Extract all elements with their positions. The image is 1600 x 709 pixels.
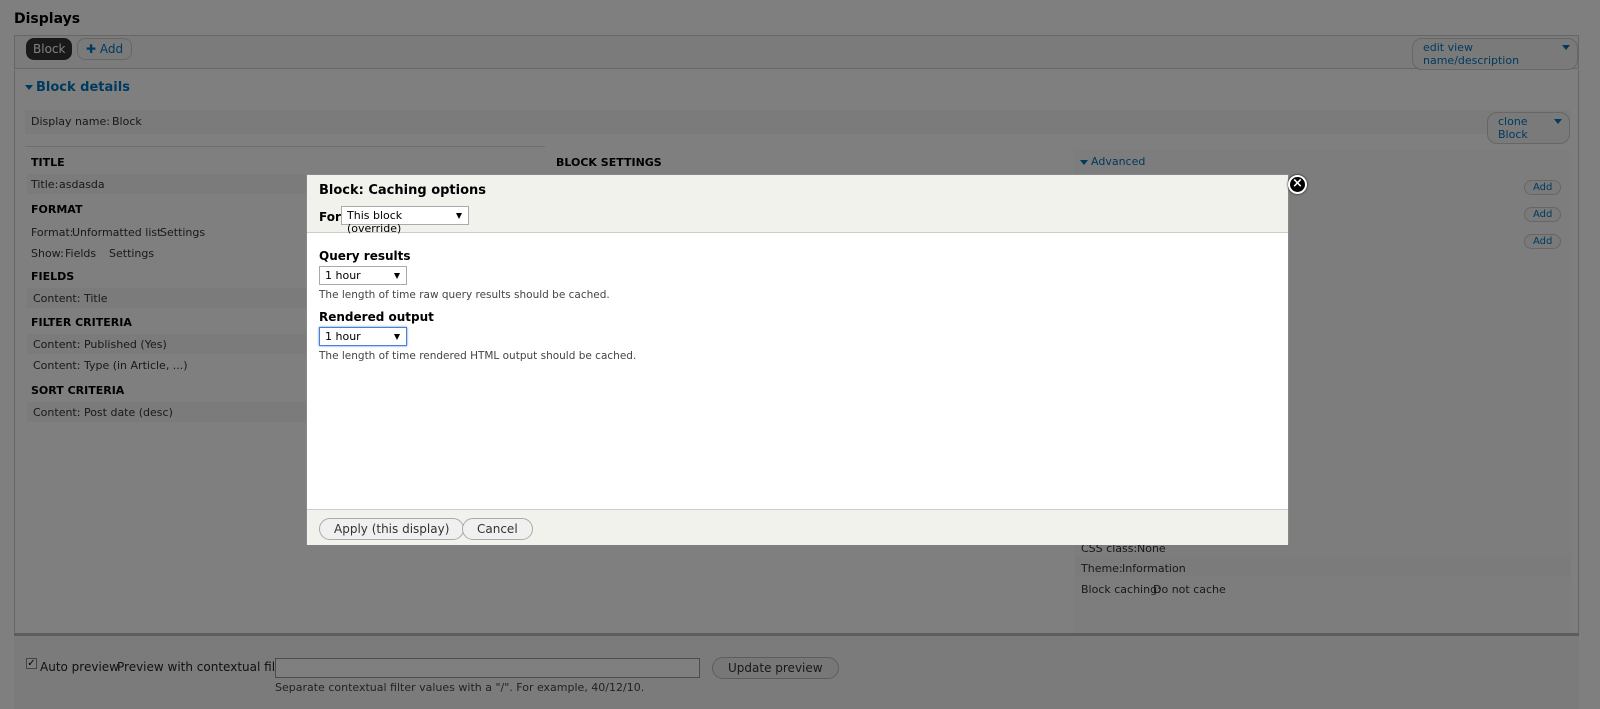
rendered-output-select[interactable]: 1 hour <box>319 327 407 346</box>
dialog-footer: Apply (this display) Cancel <box>307 509 1288 545</box>
for-select[interactable]: This block (override) <box>341 206 469 235</box>
query-results-value: 1 hour <box>325 269 361 282</box>
dialog-title: Block: Caching options <box>319 183 487 198</box>
select-arrow-icon <box>394 334 400 340</box>
for-label: For <box>319 210 341 224</box>
rendered-output-value: 1 hour <box>325 330 361 343</box>
dialog-header: Block: Caching options For This block (o… <box>307 175 1288 235</box>
cancel-button[interactable]: Cancel <box>462 518 533 540</box>
query-results-description: The length of time raw query results sho… <box>319 289 610 301</box>
select-arrow-icon <box>456 213 462 219</box>
caching-options-dialog: Block: Caching options For This block (o… <box>306 174 1289 545</box>
select-arrow-icon <box>394 273 400 279</box>
apply-button[interactable]: Apply (this display) <box>319 518 465 540</box>
rendered-output-label: Rendered output <box>319 310 434 324</box>
query-results-select[interactable]: 1 hour <box>319 266 407 285</box>
for-select-value: This block (override) <box>347 209 403 235</box>
rendered-output-description: The length of time rendered HTML output … <box>319 350 637 362</box>
query-results-label: Query results <box>319 249 411 263</box>
close-icon[interactable]: × <box>1288 175 1307 194</box>
